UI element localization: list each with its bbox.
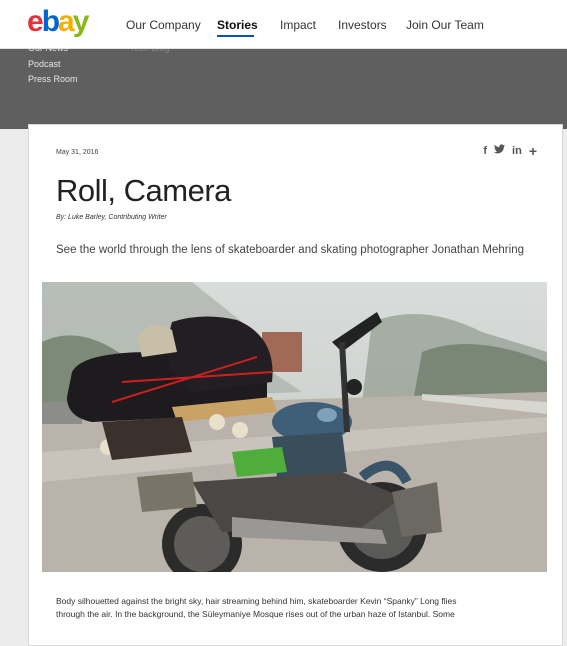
logo-letter-a: a	[58, 5, 75, 38]
article-body-line-2: through the air. In the background, the …	[56, 609, 455, 619]
subnav-podcast[interactable]: Podcast	[28, 59, 61, 69]
linkedin-icon[interactable]: in	[512, 145, 522, 157]
hero-image-motorcycle	[42, 282, 547, 572]
stories-subnav: Our News Podcast Press Room Tech Blog	[0, 43, 567, 129]
nav-investors[interactable]: Investors	[338, 18, 387, 32]
nav-impact[interactable]: Impact	[280, 18, 316, 32]
nav-our-company[interactable]: Our Company	[126, 18, 201, 32]
share-bar: f in +	[483, 144, 537, 158]
top-navigation: ebay Our Company Stories Impact Investor…	[0, 0, 567, 49]
logo-letter-b: b	[41, 5, 60, 38]
motorcycle-photo	[42, 282, 547, 572]
article-card: May 31, 2016 f in + Roll, Camera By: Luk…	[28, 124, 563, 646]
article-subtitle: See the world through the lens of skateb…	[56, 244, 524, 256]
plus-icon[interactable]: +	[529, 144, 537, 158]
nav-stories[interactable]: Stories	[217, 18, 258, 32]
article-byline: By: Luke Barley, Contributing Writer	[56, 214, 167, 221]
article-body-line-1: Body silhouetted against the bright sky,…	[56, 596, 457, 606]
facebook-icon[interactable]: f	[483, 145, 487, 157]
article-date: May 31, 2016	[56, 149, 99, 156]
subnav-press-room[interactable]: Press Room	[28, 74, 78, 84]
logo-letter-e: e	[27, 5, 44, 38]
article-body: Body silhouetted against the bright sky,…	[56, 595, 516, 621]
logo-letter-y: y	[72, 5, 90, 38]
ebay-logo[interactable]: ebay	[27, 5, 90, 39]
twitter-icon[interactable]	[494, 144, 506, 157]
active-nav-indicator	[217, 35, 254, 37]
nav-join-our-team[interactable]: Join Our Team	[406, 18, 484, 32]
article-title: Roll, Camera	[56, 173, 231, 208]
